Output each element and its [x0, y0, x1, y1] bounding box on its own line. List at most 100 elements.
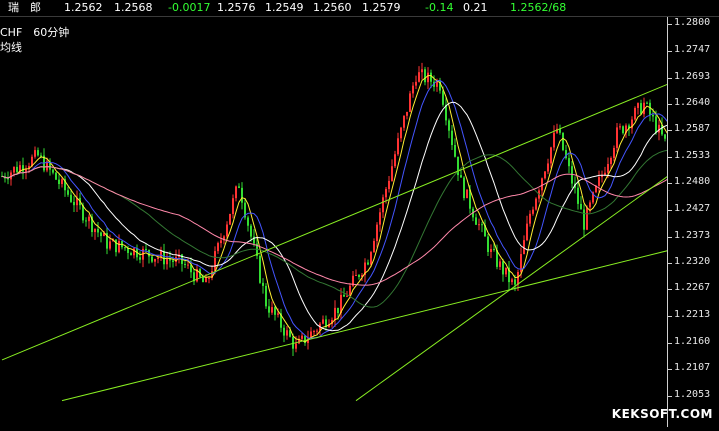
moving-average-line	[1, 166, 669, 286]
axis-tick-label: 1.2747	[674, 43, 711, 55]
candle-down	[580, 203, 582, 210]
axis-tick-label: 1.2267	[674, 282, 711, 294]
instrument-name: 瑞 郎	[8, 1, 41, 14]
candle-up	[637, 103, 639, 108]
candle-down	[442, 90, 444, 105]
candle-up	[388, 180, 390, 190]
axis-tick-label: 1.2320	[674, 256, 711, 267]
candle-down	[139, 257, 141, 260]
candle-down	[58, 179, 60, 185]
candle-up	[607, 164, 609, 173]
candle-up	[334, 307, 336, 320]
candle-up	[613, 147, 615, 158]
axis-tick-label: 1.2373	[674, 229, 711, 241]
candle-up	[166, 259, 168, 265]
candle-up	[13, 166, 15, 173]
candle-down	[649, 102, 651, 115]
candle-down	[16, 166, 18, 172]
candle-down	[475, 217, 477, 225]
candle-down	[622, 126, 624, 134]
quote-field: -0.0017	[168, 1, 211, 14]
candle-up	[301, 335, 303, 339]
axis-tick-label: 1.2693	[674, 70, 711, 82]
candle-up	[586, 207, 588, 230]
candle-up	[394, 154, 396, 167]
candle-down	[262, 282, 264, 286]
candle-down	[292, 336, 294, 349]
candle-up	[154, 258, 156, 262]
axis-tick-label: 1.2107	[674, 361, 711, 373]
candles	[1, 62, 669, 357]
candle-up	[436, 81, 438, 87]
candle-down	[448, 120, 450, 131]
candle-up	[217, 243, 219, 252]
candle-up	[400, 127, 402, 139]
candle-down	[241, 187, 243, 203]
candle-up	[553, 132, 555, 148]
candle-up	[391, 166, 393, 181]
candle-up	[313, 331, 315, 333]
candle-down	[514, 279, 516, 285]
axis-tick-label: 1.2053	[674, 388, 711, 400]
candle-up	[505, 267, 507, 275]
candle-up	[403, 115, 405, 128]
quote-field: 0.21	[463, 1, 488, 14]
price-chart[interactable]: CHF 60分钟 均线	[0, 17, 669, 427]
candle-up	[220, 240, 222, 244]
candle-down	[358, 275, 360, 277]
candle-up	[616, 127, 618, 148]
candle-up	[346, 295, 348, 297]
candle-down	[265, 285, 267, 307]
symbol-period-label: CHF 60分钟	[0, 26, 70, 39]
candle-up	[232, 198, 234, 214]
candle-down	[124, 247, 126, 249]
candle-down	[577, 187, 579, 204]
candle-up	[589, 202, 591, 208]
candle-up	[397, 138, 399, 155]
candle-down	[100, 232, 102, 237]
candle-up	[409, 93, 411, 112]
candle-up	[511, 279, 513, 283]
candle-up	[208, 277, 210, 279]
candle-down	[493, 248, 495, 250]
candle-down	[250, 225, 252, 237]
candlestick-chart[interactable]	[0, 17, 669, 427]
candle-down	[481, 224, 483, 226]
indicator-label: 均线	[0, 41, 22, 54]
candle-up	[205, 278, 207, 283]
quote-field: 1.2579	[362, 1, 401, 14]
axis-tick	[668, 209, 672, 211]
candle-down	[502, 261, 504, 275]
candle-up	[382, 197, 384, 213]
candle-down	[22, 165, 24, 172]
candle-down	[463, 177, 465, 199]
candle-up	[550, 147, 552, 164]
candle-down	[169, 259, 171, 261]
candle-up	[619, 126, 621, 128]
candle-down	[562, 132, 564, 151]
candle-up	[376, 224, 378, 241]
quote-field: 1.2576	[217, 1, 256, 14]
quote-field: 1.2562	[64, 1, 103, 14]
candle-up	[370, 252, 372, 265]
candle-up	[598, 177, 600, 186]
candle-up	[34, 150, 36, 157]
axis-tick	[668, 183, 672, 185]
candle-down	[652, 114, 654, 117]
candle-down	[73, 201, 75, 206]
axis-tick	[668, 342, 672, 344]
axis-tick-label: 1.2213	[674, 309, 711, 321]
candle-up	[415, 81, 417, 86]
candle-up	[517, 271, 519, 285]
candle-down	[202, 276, 204, 283]
candle-up	[544, 171, 546, 179]
price-axis: 1.2800 1.2747 1.2693 1.2640 1.2587 1.2533 1.24…	[667, 17, 719, 427]
candle-up	[658, 124, 660, 133]
candle-up	[535, 198, 537, 210]
candle-up	[88, 216, 90, 222]
quote-field: -0.14	[425, 1, 454, 14]
axis-tick-label: 1.2800	[674, 17, 711, 29]
candle-down	[184, 263, 186, 265]
quote-field: 1.2562/68	[510, 1, 567, 14]
candle-down	[424, 69, 426, 83]
